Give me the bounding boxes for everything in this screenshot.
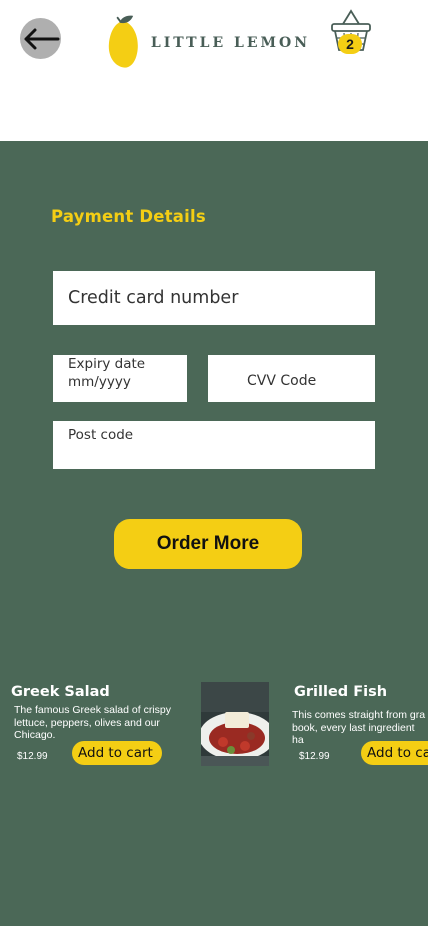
expiry-placeholder-line1: Expiry date bbox=[68, 356, 146, 372]
app-header: LITTLE LEMON 2 bbox=[0, 0, 428, 141]
payment-title: Payment Details bbox=[51, 207, 206, 226]
add-to-cart-greek-salad-button[interactable]: Add to cart bbox=[72, 741, 162, 765]
dish-name-greek-salad: Greek Salad bbox=[11, 684, 110, 700]
dish-name-grilled-fish: Grilled Fish bbox=[294, 684, 388, 700]
postcode-placeholder: Post code bbox=[68, 427, 134, 443]
lemon-logo-icon bbox=[108, 15, 138, 68]
cart-count-badge: 2 bbox=[338, 34, 362, 54]
arrow-left-icon bbox=[24, 28, 59, 49]
credit-card-placeholder: Credit card number bbox=[68, 288, 239, 308]
order-more-button[interactable]: Order More bbox=[114, 519, 302, 569]
postcode-input[interactable]: Post code bbox=[53, 421, 375, 469]
little-lemon-logo: LITTLE LEMON bbox=[106, 14, 310, 72]
add-to-cart-grilled-fish-button[interactable]: Add to ca bbox=[361, 741, 428, 765]
dish-photo bbox=[201, 682, 269, 766]
expiry-date-input[interactable]: Expiry date mm/yyyy bbox=[53, 355, 187, 402]
back-button[interactable] bbox=[20, 18, 61, 59]
credit-card-input[interactable]: Credit card number bbox=[53, 271, 375, 325]
expiry-placeholder-line2: mm/yyyy bbox=[68, 373, 131, 390]
dish-price-grilled-fish: $12.99 bbox=[299, 751, 330, 762]
cvv-input[interactable]: CVV Code bbox=[208, 355, 375, 402]
dish-description-greek-salad: The famous Greek salad of crispy lettuce… bbox=[14, 704, 171, 741]
cvv-placeholder: CVV Code bbox=[247, 373, 317, 389]
dish-price-greek-salad: $12.99 bbox=[17, 751, 48, 762]
logo-text: LITTLE LEMON bbox=[150, 35, 310, 51]
